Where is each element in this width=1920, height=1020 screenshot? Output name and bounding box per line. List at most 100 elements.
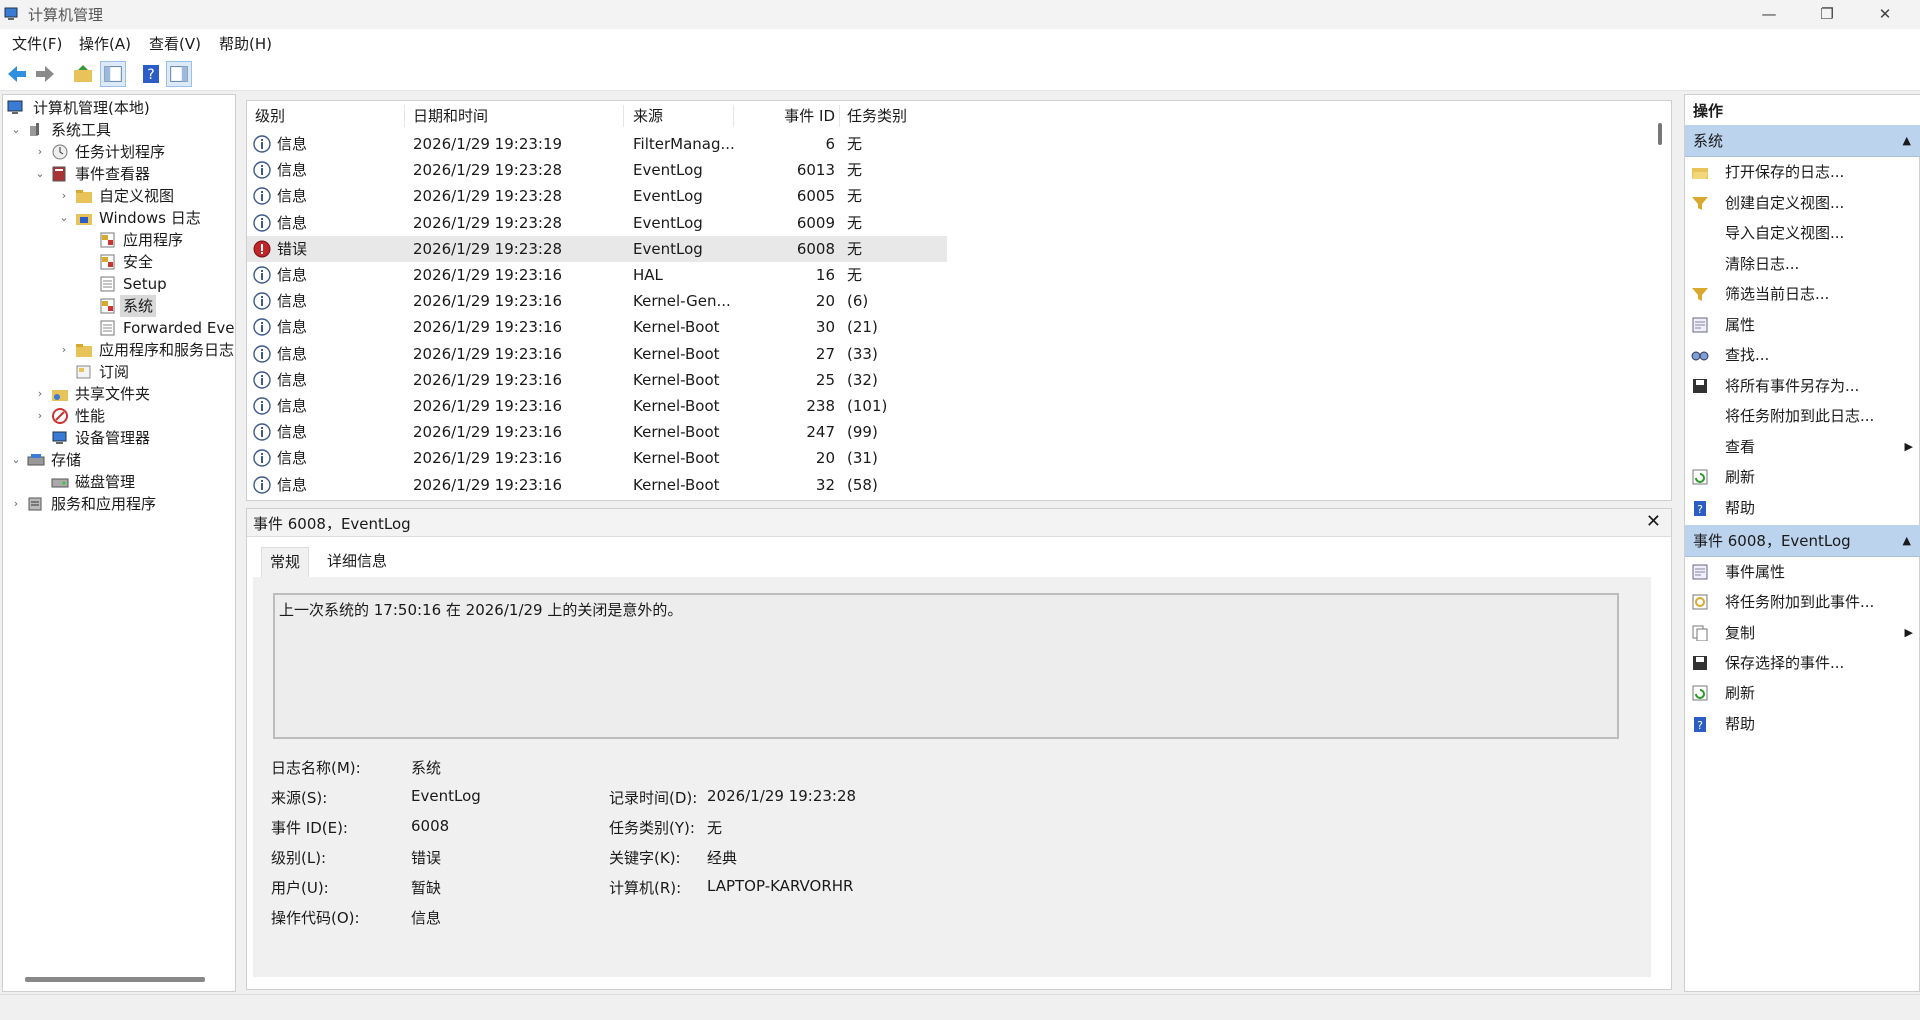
- expand-icon[interactable]: ›: [33, 141, 47, 163]
- expand-icon[interactable]: ›: [33, 405, 47, 427]
- action-label: 筛选当前日志...: [1725, 285, 1830, 303]
- tab-details[interactable]: 详细信息: [319, 547, 395, 577]
- action-clear-log[interactable]: 清除日志...: [1685, 249, 1920, 279]
- table-row[interactable]: 信息 2026/1/29 19:23:28 EventLog 6013 无: [247, 157, 947, 183]
- minimize-button[interactable]: —: [1746, 0, 1792, 28]
- table-row[interactable]: 信息 2026/1/29 19:23:19 FilterManag... 6 无: [247, 131, 947, 157]
- cell-level: 信息: [277, 292, 308, 311]
- folder-icon: [76, 344, 92, 357]
- action-label: 属性: [1725, 315, 1756, 334]
- table-row[interactable]: 信息 2026/1/29 19:23:16 Kernel-Boot 32 (58): [247, 472, 947, 498]
- action-view[interactable]: 查看 ▶: [1685, 432, 1920, 462]
- detail-body: 上一次系统的 17:50:16 在 2026/1/29 上的关闭是意外的。 日志…: [253, 577, 1651, 977]
- event-description-box[interactable]: 上一次系统的 17:50:16 在 2026/1/29 上的关闭是意外的。: [273, 593, 1619, 739]
- actions-section-event[interactable]: 事件 6008，EventLog ▲: [1685, 525, 1920, 557]
- cell-source: Kernel-Boot: [633, 344, 720, 363]
- cell-level: 信息: [277, 449, 308, 468]
- action-attach-task-log[interactable]: 将任务附加到此日志...: [1685, 401, 1920, 431]
- close-window-button[interactable]: ✕: [1862, 0, 1908, 28]
- cell-task: (99): [847, 423, 878, 442]
- column-header-datetime[interactable]: 日期和时间: [413, 105, 488, 127]
- action-save-selected-events[interactable]: 保存选择的事件...: [1685, 648, 1920, 678]
- info-icon: [253, 161, 271, 179]
- cell-task: 无: [847, 135, 863, 153]
- cell-level: 信息: [277, 370, 308, 389]
- action-attach-task-event[interactable]: 将任务附加到此事件...: [1685, 587, 1920, 617]
- create-custom-view-icon: [1692, 196, 1708, 210]
- close-detail-icon[interactable]: ✕: [1646, 511, 1661, 532]
- log-icon: [100, 320, 115, 336]
- table-row[interactable]: 信息 2026/1/29 19:23:28 EventLog 6005 无: [247, 183, 947, 209]
- action-open-saved-log[interactable]: 打开保存的日志...: [1685, 157, 1920, 187]
- action-filter-log[interactable]: 筛选当前日志...: [1685, 279, 1920, 309]
- list-vertical-scrollbar[interactable]: [1658, 123, 1662, 145]
- cell-datetime: 2026/1/29 19:23:16: [413, 292, 563, 311]
- expand-icon[interactable]: ›: [9, 493, 23, 515]
- help-icon[interactable]: ?: [138, 61, 164, 87]
- save-selected-events-icon: [1693, 655, 1707, 670]
- menu-file[interactable]: 文件(F): [12, 33, 62, 54]
- back-arrow-icon[interactable]: [4, 61, 30, 87]
- action-event-properties[interactable]: 事件属性: [1685, 557, 1920, 587]
- column-header-level[interactable]: 级别: [255, 105, 285, 127]
- action-refresh-event[interactable]: 刷新: [1685, 678, 1920, 708]
- action-import-custom-view[interactable]: 导入自定义视图...: [1685, 218, 1920, 248]
- collapse-icon[interactable]: ⌄: [9, 449, 23, 471]
- info-icon: [253, 475, 271, 494]
- expand-icon[interactable]: ›: [57, 339, 71, 361]
- cell-datetime: 2026/1/29 19:23:28: [413, 161, 563, 180]
- logged-value: 2026/1/29 19:23:28: [707, 787, 857, 805]
- show-hide-action-pane-icon[interactable]: [166, 61, 192, 87]
- table-row[interactable]: 信息 2026/1/29 19:23:16 HAL 16 无: [247, 262, 947, 288]
- action-create-custom-view[interactable]: 创建自定义视图...: [1685, 188, 1920, 218]
- table-row[interactable]: 信息 2026/1/29 19:23:16 Kernel-Boot 247 (99): [247, 419, 947, 445]
- action-find[interactable]: 查找...: [1685, 340, 1920, 370]
- table-row[interactable]: 信息 2026/1/29 19:23:16 Kernel-Gen... 20 (6): [247, 288, 947, 314]
- info-icon: [253, 213, 271, 232]
- action-refresh[interactable]: 刷新: [1685, 462, 1920, 492]
- action-label: 帮助: [1725, 498, 1756, 517]
- collapse-icon[interactable]: ⌄: [57, 207, 71, 229]
- cell-level: 信息: [277, 266, 308, 284]
- forward-arrow-icon[interactable]: [32, 61, 58, 87]
- menu-action[interactable]: 操作(A): [79, 33, 131, 54]
- tree-horizontal-scrollbar[interactable]: [25, 977, 205, 982]
- action-help-event[interactable]: ? 帮助: [1685, 709, 1920, 739]
- expand-icon[interactable]: ›: [57, 185, 71, 207]
- actions-pane: 操作 系统 ▲ 打开保存的日志... 创建自定义视图... 导入自定义视图... 清除…: [1684, 94, 1920, 992]
- expand-icon[interactable]: ›: [33, 383, 47, 405]
- column-header-task[interactable]: 任务类别: [847, 105, 907, 127]
- tab-general[interactable]: 常规: [261, 547, 310, 577]
- table-row[interactable]: 信息 2026/1/29 19:23:16 Kernel-Boot 30 (21): [247, 314, 947, 340]
- cell-datetime: 2026/1/29 19:23:28: [413, 213, 563, 232]
- section-event-label: 事件 6008，EventLog: [1693, 532, 1851, 550]
- action-copy[interactable]: 复制 ▶: [1685, 618, 1920, 648]
- maximize-button[interactable]: ❐: [1804, 0, 1850, 28]
- table-row[interactable]: 错误 2026/1/29 19:23:28 EventLog 6008 无: [247, 235, 947, 262]
- cell-source: Kernel-Boot: [633, 318, 720, 337]
- action-help[interactable]: ? 帮助: [1685, 493, 1920, 523]
- collapse-icon[interactable]: ⌄: [33, 163, 47, 185]
- collapse-triangle-icon[interactable]: ▲: [1903, 525, 1911, 557]
- column-header-event-id[interactable]: 事件 ID: [783, 105, 835, 127]
- cell-level: 信息: [277, 318, 308, 337]
- table-row[interactable]: 信息 2026/1/29 19:23:16 Kernel-Boot 20 (31): [247, 445, 947, 471]
- table-row[interactable]: 信息 2026/1/29 19:23:16 Kernel-Boot 27 (33): [247, 341, 947, 367]
- table-row[interactable]: 信息 2026/1/29 19:23:28 EventLog 6009 无: [247, 210, 947, 236]
- collapse-icon[interactable]: ⌄: [9, 119, 23, 141]
- menu-help[interactable]: 帮助(H): [219, 33, 272, 54]
- cell-task: (21): [847, 318, 878, 337]
- column-header-source[interactable]: 来源: [633, 105, 663, 127]
- show-hide-tree-icon[interactable]: [100, 61, 126, 87]
- action-save-all-events[interactable]: 将所有事件另存为...: [1685, 371, 1920, 401]
- action-label: 刷新: [1725, 468, 1756, 486]
- menu-view[interactable]: 查看(V): [149, 33, 201, 54]
- up-folder-icon[interactable]: [70, 61, 96, 87]
- action-properties[interactable]: 属性: [1685, 310, 1920, 340]
- action-label: 导入自定义视图...: [1725, 224, 1845, 242]
- actions-section-system[interactable]: 系统 ▲: [1685, 125, 1920, 157]
- collapse-triangle-icon[interactable]: ▲: [1903, 125, 1911, 157]
- table-row[interactable]: 信息 2026/1/29 19:23:16 Kernel-Boot 238 (101): [247, 393, 947, 419]
- action-label: 打开保存的日志...: [1725, 163, 1845, 181]
- table-row[interactable]: 信息 2026/1/29 19:23:16 Kernel-Boot 25 (32): [247, 367, 947, 393]
